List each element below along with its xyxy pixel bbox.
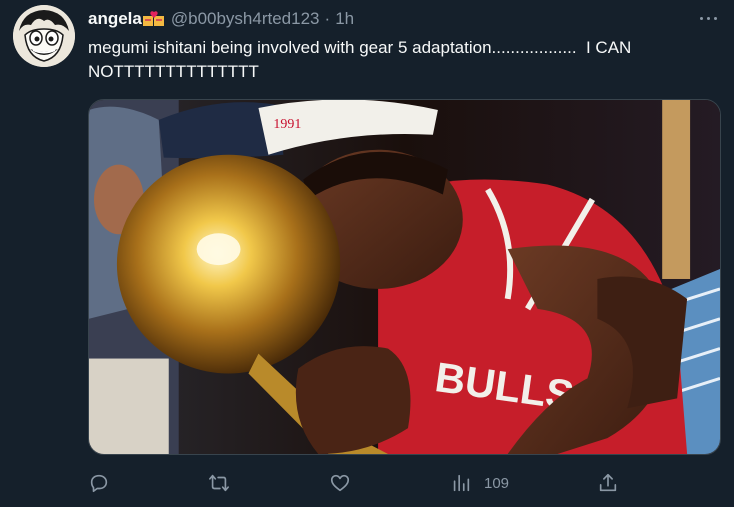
more-options-icon[interactable]: [696, 8, 720, 28]
tweet-photo[interactable]: 1991 BULLS: [88, 99, 721, 455]
tweet-header: angela @b00bysh4rted123 · 1h: [88, 8, 354, 30]
retweet-icon: [209, 474, 229, 492]
cap-year-text: 1991: [273, 117, 301, 132]
tweet-actions: 109: [88, 470, 628, 496]
retweet-button[interactable]: [208, 470, 230, 496]
reply-icon: [90, 474, 108, 493]
like-icon: [330, 474, 350, 492]
share-button[interactable]: [597, 470, 619, 496]
views-icon: [453, 474, 470, 492]
share-icon: [599, 473, 617, 492]
tweet-text: megumi ishitani being involved with gear…: [88, 38, 637, 81]
luffy-avatar-icon: [13, 5, 75, 67]
separator-dot: ·: [324, 9, 331, 28]
reply-button[interactable]: [88, 470, 110, 496]
user-handle[interactable]: @b00bysh4rted123: [171, 9, 320, 29]
photo-image: 1991 BULLS: [89, 100, 720, 454]
views-button[interactable]: 109: [450, 470, 509, 496]
timestamp[interactable]: 1h: [335, 9, 354, 29]
tweet[interactable]: angela @b00bysh4rted123 · 1h megumi ishi…: [0, 0, 734, 507]
avatar[interactable]: [13, 5, 75, 67]
views-count: 109: [484, 474, 510, 492]
heart-badge-icon: [142, 11, 165, 27]
display-name[interactable]: angela: [88, 9, 142, 29]
like-button[interactable]: [329, 470, 351, 496]
